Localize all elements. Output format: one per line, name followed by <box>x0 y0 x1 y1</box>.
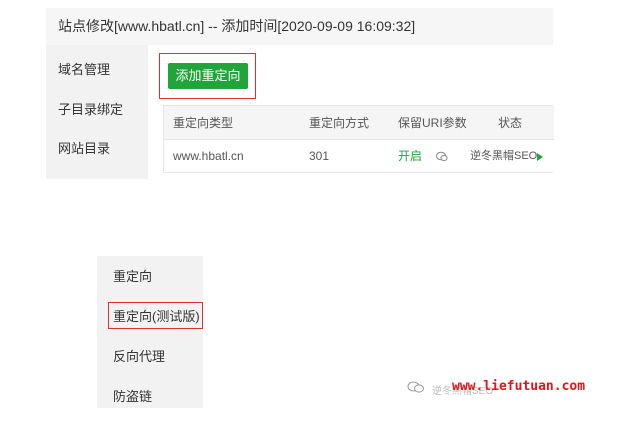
sidebar-item-subdirectory-binding[interactable]: 子目录绑定 <box>58 99 123 118</box>
redirect-beta-highlight-box <box>108 302 203 329</box>
sidebar-item-domain-management[interactable]: 域名管理 <box>58 59 110 78</box>
cell-status: 逆冬黑帽SEO <box>470 150 538 162</box>
column-header-status: 状态 <box>498 116 523 130</box>
cell-redirect-method: 301 <box>309 149 330 163</box>
add-redirect-highlight-box: 添加重定向 <box>159 53 256 99</box>
menu-item-hotlink-protection[interactable]: 防盗链 <box>113 386 152 405</box>
table-row[interactable]: www.hbatl.cn 301 开启 逆冬黑帽SEO <box>164 140 554 173</box>
cell-redirect-type: www.hbatl.cn <box>173 149 244 163</box>
menu-item-redirect[interactable]: 重定向 <box>113 266 152 285</box>
watermark-site: www.liefutuan.com <box>452 379 586 394</box>
site-settings-menu: 重定向 重定向(测试版) 反向代理 防盗链 <box>97 256 203 408</box>
wechat-icon <box>436 151 448 162</box>
wechat-icon <box>407 381 424 393</box>
column-header-redirect-type: 重定向类型 <box>173 116 234 130</box>
menu-item-reverse-proxy[interactable]: 反向代理 <box>113 346 165 365</box>
sidebar-item-site-directory[interactable]: 网站目录 <box>58 138 110 157</box>
table-header: 重定向类型 重定向方式 保留URI参数 状态 <box>164 106 554 140</box>
column-header-redirect-method: 重定向方式 <box>309 116 370 130</box>
redirect-table: 重定向类型 重定向方式 保留URI参数 状态 www.hbatl.cn 301 … <box>163 105 554 173</box>
sidebar: 域名管理 子目录绑定 网站目录 <box>46 45 148 179</box>
cell-keep-uri: 开启 <box>398 149 423 163</box>
play-icon[interactable] <box>537 153 543 161</box>
window-title: 站点修改[www.hbatl.cn] -- 添加时间[2020-09-09 16… <box>46 8 553 45</box>
add-redirect-button[interactable]: 添加重定向 <box>168 63 248 89</box>
site-edit-panel: 站点修改[www.hbatl.cn] -- 添加时间[2020-09-09 16… <box>46 8 554 179</box>
column-header-keep-uri: 保留URI参数 <box>398 116 467 130</box>
